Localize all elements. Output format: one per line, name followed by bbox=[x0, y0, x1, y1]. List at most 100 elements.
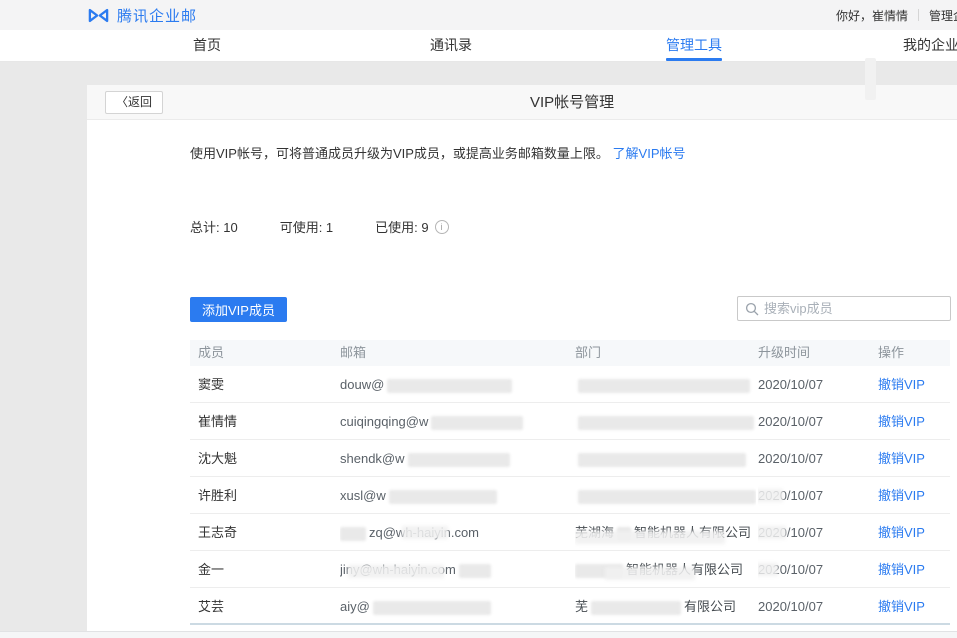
tab-my-enterprise[interactable]: 我的企业 bbox=[903, 30, 957, 61]
redacted-blur bbox=[758, 489, 783, 502]
col-header-time: 升级时间 bbox=[758, 340, 876, 366]
description-text: 使用VIP帐号，可将普通成员升级为VIP成员，或提高业务邮箱数量上限。 bbox=[190, 146, 609, 161]
table-row: 沈大魁 shendk@w 2020/10/07 撤销VIP bbox=[190, 440, 950, 477]
panel-header: 〈返回 VIP帐号管理 bbox=[87, 85, 957, 120]
upgrade-date: 2020/10/07 bbox=[758, 588, 876, 623]
member-name: 王志奇 bbox=[198, 514, 338, 550]
redacted-blur bbox=[373, 601, 491, 615]
member-email: xusl@w bbox=[340, 477, 573, 513]
revoke-vip-link[interactable]: 撤销VIP bbox=[878, 377, 925, 392]
active-tab-underline bbox=[666, 58, 722, 61]
member-name: 崔情情 bbox=[198, 403, 338, 439]
member-dept bbox=[575, 440, 756, 476]
redacted-blur bbox=[591, 601, 681, 615]
table-row: 崔情情 cuiqingqing@w 2020/10/07 撤销VIP bbox=[190, 403, 950, 440]
redacted-blur bbox=[578, 453, 746, 467]
member-name: 许胜利 bbox=[198, 477, 338, 513]
member-email: shendk@w bbox=[340, 440, 573, 476]
brand-name: 腾讯企业邮 bbox=[117, 5, 197, 26]
revoke-vip-link[interactable]: 撤销VIP bbox=[878, 599, 925, 614]
greeting-text: 你好，崔情情 bbox=[836, 7, 908, 24]
action-cell: 撤销VIP bbox=[878, 403, 948, 439]
revoke-vip-link[interactable]: 撤销VIP bbox=[878, 562, 925, 577]
table-header-row: 成员 邮箱 部门 升级时间 操作 bbox=[190, 340, 950, 366]
info-icon[interactable]: i bbox=[435, 220, 449, 234]
upgrade-date: 2020/10/07 bbox=[758, 514, 876, 550]
action-cell: 撤销VIP bbox=[878, 514, 948, 550]
table-row: 许胜利 xusl@w 2020/10/07 撤销VIP bbox=[190, 477, 950, 514]
tab-admin-tools[interactable]: 管理工具 bbox=[666, 30, 722, 61]
scrollbar-thumb[interactable] bbox=[865, 58, 876, 100]
member-email: cuiqingqing@w bbox=[340, 403, 573, 439]
stat-used: 已使用: 9 i bbox=[375, 217, 448, 236]
upgrade-date: 2020/10/07 bbox=[758, 477, 876, 513]
member-name: 金一 bbox=[198, 551, 338, 587]
tab-contacts[interactable]: 通讯录 bbox=[430, 30, 472, 61]
vip-description: 使用VIP帐号，可将普通成员升级为VIP成员，或提高业务邮箱数量上限。 了解VI… bbox=[190, 143, 686, 162]
redacted-blur bbox=[408, 453, 510, 467]
content-panel: 〈返回 VIP帐号管理 使用VIP帐号，可将普通成员升级为VIP成员，或提高业务… bbox=[87, 85, 957, 631]
table-row: 窦雯 douw@ 2020/10/07 撤销VIP bbox=[190, 366, 950, 403]
redacted-blur bbox=[758, 563, 778, 576]
divider bbox=[918, 9, 919, 21]
member-name: 窦雯 bbox=[198, 366, 338, 402]
exmail-logo-icon bbox=[87, 7, 110, 24]
table-row: 王志奇 zq@wh-haiyin.com 芜湖海智能机器人有限公司 2020/1… bbox=[190, 514, 950, 551]
action-cell: 撤销VIP bbox=[878, 440, 948, 476]
stat-total: 总计: 10 bbox=[190, 217, 238, 236]
action-cell: 撤销VIP bbox=[878, 551, 948, 587]
back-button[interactable]: 〈返回 bbox=[105, 91, 163, 114]
redacted-blur bbox=[578, 416, 754, 430]
revoke-vip-link[interactable]: 撤销VIP bbox=[878, 488, 925, 503]
member-dept bbox=[575, 366, 756, 402]
brand[interactable]: 腾讯企业邮 bbox=[87, 0, 197, 30]
action-cell: 撤销VIP bbox=[878, 477, 948, 513]
revoke-vip-link[interactable]: 撤销VIP bbox=[878, 414, 925, 429]
redacted-blur bbox=[431, 416, 523, 430]
table-row: 艾芸 aiy@ 芜有限公司 2020/10/07 撤销VIP bbox=[190, 588, 950, 625]
search-vip-input[interactable] bbox=[764, 298, 948, 319]
member-dept: 芜湖海智能机器人有限公司 bbox=[575, 514, 756, 550]
bottom-scrollbar-track[interactable] bbox=[0, 631, 957, 638]
member-dept bbox=[575, 403, 756, 439]
member-email: zq@wh-haiyin.com bbox=[340, 514, 573, 550]
member-dept bbox=[575, 477, 756, 513]
table-row: 金一 jiny@wh-haiyin.com 智能机器人有限公司 2020/10/… bbox=[190, 551, 950, 588]
member-dept: 智能机器人有限公司 bbox=[575, 551, 756, 587]
member-name: 沈大魁 bbox=[198, 440, 338, 476]
upgrade-date: 2020/10/07 bbox=[758, 403, 876, 439]
page-title: VIP帐号管理 bbox=[530, 85, 614, 120]
main-nav: 首页 通讯录 管理工具 我的企业 bbox=[0, 30, 957, 62]
redacted-blur bbox=[340, 527, 366, 541]
revoke-vip-link[interactable]: 撤销VIP bbox=[878, 451, 925, 466]
vip-stats: 总计: 10 可使用: 1 已使用: 9 i bbox=[190, 217, 449, 236]
upgrade-date: 2020/10/07 bbox=[758, 440, 876, 476]
redacted-blur bbox=[387, 379, 512, 393]
tab-home[interactable]: 首页 bbox=[193, 30, 221, 61]
action-cell: 撤销VIP bbox=[878, 588, 948, 623]
top-bar: 腾讯企业邮 你好，崔情情 管理企业 bbox=[0, 0, 957, 30]
add-vip-member-button[interactable]: 添加VIP成员 bbox=[190, 297, 287, 322]
stat-available: 可使用: 1 bbox=[280, 217, 333, 236]
redacted-blur bbox=[402, 526, 448, 539]
col-header-action: 操作 bbox=[878, 340, 948, 366]
upgrade-date: 2020/10/07 bbox=[758, 551, 876, 587]
redacted-blur bbox=[348, 565, 444, 578]
stat-used-text: 已使用: 9 bbox=[375, 217, 428, 236]
vip-member-table: 成员 邮箱 部门 升级时间 操作 窦雯 douw@ 2020/10/07 撤销V… bbox=[190, 340, 950, 625]
redacted-blur bbox=[605, 567, 695, 580]
search-box bbox=[737, 296, 951, 321]
action-cell: 撤销VIP bbox=[878, 366, 948, 402]
redacted-blur bbox=[758, 526, 786, 539]
col-header-email: 邮箱 bbox=[340, 340, 573, 366]
admin-enterprise-link[interactable]: 管理企业 bbox=[929, 7, 957, 24]
top-right-account: 你好，崔情情 管理企业 bbox=[836, 0, 957, 30]
col-header-member: 成员 bbox=[198, 340, 338, 366]
vip-account-management-page: 腾讯企业邮 你好，崔情情 管理企业 首页 通讯录 管理工具 我的企业 〈返回 V… bbox=[0, 0, 957, 638]
redacted-blur bbox=[389, 490, 497, 504]
search-icon bbox=[745, 302, 759, 316]
learn-vip-link[interactable]: 了解VIP帐号 bbox=[613, 146, 686, 161]
revoke-vip-link[interactable]: 撤销VIP bbox=[878, 525, 925, 540]
member-email: jiny@wh-haiyin.com bbox=[340, 551, 573, 587]
redacted-blur bbox=[575, 531, 725, 544]
